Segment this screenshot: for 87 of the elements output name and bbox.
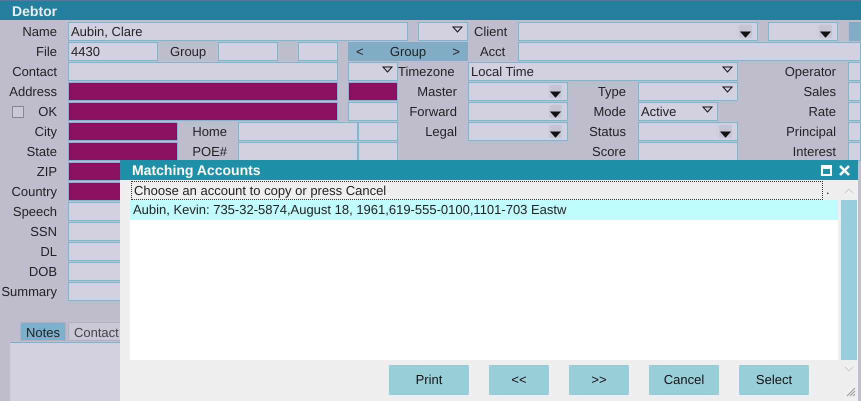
close-icon[interactable] bbox=[839, 164, 850, 176]
input-field[interactable] bbox=[218, 42, 278, 61]
combo-box[interactable]: Active bbox=[638, 102, 718, 121]
field-label: ZIP bbox=[36, 163, 57, 181]
input-field[interactable] bbox=[68, 62, 338, 81]
input-field[interactable] bbox=[68, 82, 338, 101]
input-field[interactable] bbox=[848, 142, 861, 161]
field-label: Master bbox=[416, 83, 457, 101]
field-label: Rate bbox=[808, 103, 836, 121]
maximize-icon[interactable] bbox=[821, 164, 832, 176]
input-field[interactable] bbox=[848, 102, 861, 121]
field-label: Client bbox=[474, 23, 508, 41]
dropdown-arrow-icon[interactable] bbox=[550, 91, 561, 98]
field-label: DL bbox=[39, 243, 57, 261]
previous-button[interactable]: < bbox=[356, 42, 364, 61]
window-title: Debtor bbox=[0, 0, 861, 20]
field-label: Interest bbox=[792, 143, 836, 161]
dialog-button[interactable]: Cancel bbox=[649, 365, 719, 395]
input-field[interactable]: Aubin, Clare bbox=[68, 22, 408, 41]
field-label: Acct bbox=[480, 43, 506, 61]
dropdown-arrow-icon[interactable] bbox=[702, 106, 713, 113]
input-field[interactable] bbox=[348, 102, 398, 121]
resize-grip-icon[interactable] bbox=[846, 387, 856, 397]
combo-box[interactable]: Local Time bbox=[468, 62, 738, 81]
field-label: DOB bbox=[28, 263, 57, 281]
combo-box[interactable] bbox=[348, 62, 398, 81]
dialog-button[interactable]: << bbox=[489, 365, 549, 395]
input-field[interactable] bbox=[348, 82, 398, 101]
field-label: State bbox=[26, 143, 57, 161]
dropdown-arrow-icon[interactable] bbox=[452, 26, 463, 33]
input-field[interactable] bbox=[518, 42, 861, 61]
dialog-button[interactable]: >> bbox=[569, 365, 629, 395]
checkbox[interactable] bbox=[12, 106, 24, 118]
input-field[interactable] bbox=[358, 142, 398, 161]
field-label: Principal bbox=[785, 123, 836, 141]
dialog-button[interactable]: Select bbox=[739, 365, 809, 395]
input-field[interactable] bbox=[848, 82, 861, 101]
dropdown-arrow-icon[interactable] bbox=[382, 66, 393, 73]
input-field[interactable] bbox=[68, 102, 338, 121]
field-label: Type bbox=[596, 83, 626, 101]
input-field[interactable] bbox=[358, 122, 398, 141]
field-label: City bbox=[34, 123, 57, 141]
field-label: Status bbox=[588, 123, 626, 141]
dropdown-arrow-icon[interactable] bbox=[722, 66, 733, 73]
field-label: Speech bbox=[12, 203, 57, 221]
input-field[interactable] bbox=[68, 122, 178, 141]
field-label: Name bbox=[21, 23, 57, 41]
input-field[interactable] bbox=[638, 142, 738, 161]
input-field[interactable] bbox=[298, 42, 338, 61]
dialog-button[interactable]: Print bbox=[389, 365, 469, 395]
input-field[interactable] bbox=[238, 122, 358, 141]
dropdown-arrow-icon[interactable] bbox=[820, 31, 831, 38]
checkbox-label: OK bbox=[38, 103, 57, 121]
field-label: SSN bbox=[29, 223, 57, 241]
field-label: Score bbox=[591, 143, 626, 161]
field-label: File bbox=[35, 43, 57, 61]
field-label: Legal bbox=[424, 123, 457, 141]
header-text: . bbox=[826, 181, 830, 199]
input-field[interactable] bbox=[848, 62, 861, 81]
dropdown-arrow-icon[interactable] bbox=[720, 131, 731, 138]
field-label: Operator bbox=[784, 63, 836, 81]
dropdown-arrow-icon[interactable] bbox=[550, 111, 561, 118]
list-item[interactable]: Aubin, Kevin: 735-32-5874,August 18, 1961,619-555-0100,1101-703 Eastw bbox=[130, 200, 838, 220]
group-button[interactable]: Group bbox=[390, 42, 426, 61]
field-label: Home bbox=[191, 123, 227, 141]
field-label: Country bbox=[10, 183, 57, 201]
dropdown[interactable] bbox=[768, 22, 838, 41]
input-field[interactable]: 4430 bbox=[68, 42, 158, 61]
field-label: Contact bbox=[11, 63, 57, 81]
tab[interactable]: Notes bbox=[20, 322, 66, 341]
input-field[interactable] bbox=[848, 122, 861, 141]
dropdown-arrow-icon[interactable] bbox=[722, 86, 733, 93]
field-label: Address bbox=[8, 83, 57, 101]
field-label: POE# bbox=[191, 143, 227, 161]
input-field[interactable] bbox=[238, 142, 358, 161]
field-label: Summary bbox=[0, 283, 57, 301]
field-label: Timezone bbox=[398, 63, 456, 81]
input-field[interactable] bbox=[68, 142, 178, 161]
combo-box[interactable] bbox=[418, 22, 468, 41]
dropdown-arrow-icon[interactable] bbox=[550, 131, 561, 138]
next-button[interactable]: > bbox=[452, 42, 460, 61]
field-label: Group bbox=[170, 43, 208, 61]
dropdown-arrow-icon[interactable] bbox=[740, 31, 751, 38]
dialog-title: Matching Accounts bbox=[132, 161, 261, 180]
field-label: Sales bbox=[802, 83, 836, 101]
field-label: Forward bbox=[408, 103, 457, 121]
field-label: Mode bbox=[592, 103, 626, 121]
